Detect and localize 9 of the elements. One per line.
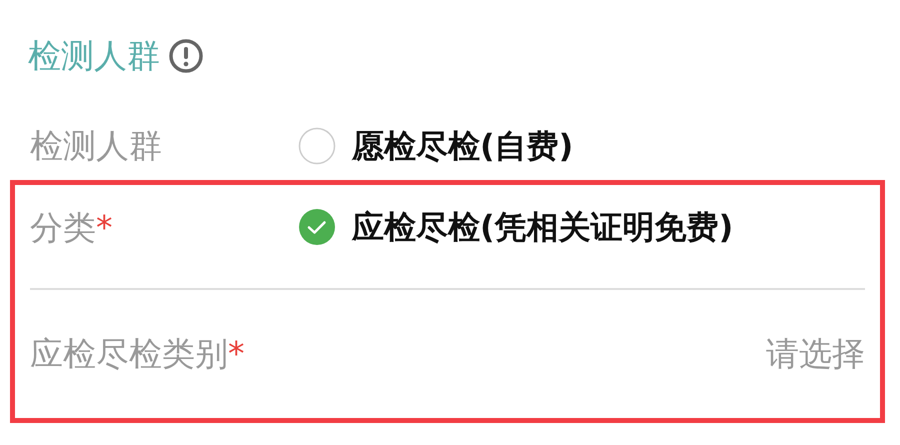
- field-label: 应检尽检类别: [30, 333, 228, 376]
- radio-option[interactable]: 应检尽检(凭相关证明免费): [298, 203, 734, 251]
- info-icon[interactable]: [168, 38, 204, 74]
- section-title: 检测人群: [28, 35, 160, 78]
- field-label: 分类: [30, 207, 96, 249]
- radio-option[interactable]: 愿检尽检(自费): [298, 122, 574, 170]
- required-mark: *: [228, 333, 244, 376]
- field-label: 检测人群: [30, 125, 162, 168]
- required-mark: *: [96, 207, 112, 249]
